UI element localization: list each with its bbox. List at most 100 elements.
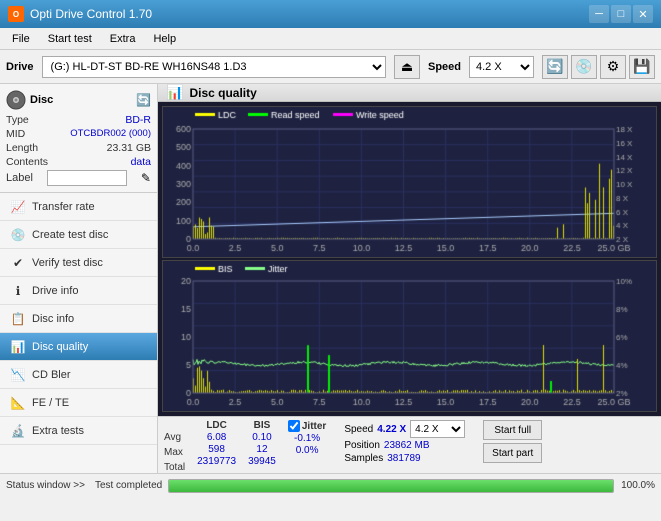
disc-button[interactable]: 💿 [571, 55, 597, 79]
progress-percent: 100.0% [620, 480, 655, 491]
length-label: Length [6, 142, 38, 154]
bottom-bar: Status window >> Test completed 100.0% [0, 473, 661, 497]
label-input[interactable] [47, 170, 127, 186]
progress-bar-container [168, 479, 614, 493]
verify-test-disc-label: Verify test disc [32, 257, 103, 269]
drive-label: Drive [6, 61, 34, 73]
window-controls: ─ □ ✕ [589, 5, 653, 23]
menu-file[interactable]: File [4, 31, 38, 47]
content-area: 📊 Disc quality Avg Max Total LDC [158, 84, 661, 473]
ldc-total: 2319773 [197, 456, 236, 467]
settings-button[interactable]: ⚙ [600, 55, 626, 79]
content-header: 📊 Disc quality [158, 84, 661, 102]
bis-stats-col: BIS 0.10 12 39945 [248, 420, 276, 467]
ldc-stats-col: LDC 6.08 598 2319773 [197, 420, 236, 467]
disc-quality-icon: 📊 [10, 339, 26, 355]
create-test-disc-label: Create test disc [32, 229, 108, 241]
content-header-title: Disc quality [189, 86, 256, 100]
start-part-button[interactable]: Start part [483, 443, 542, 463]
sidebar-item-fe-te[interactable]: 📐 FE / TE [0, 389, 157, 417]
sidebar-item-transfer-rate[interactable]: 📈 Transfer rate [0, 193, 157, 221]
speed-label: Speed [428, 61, 461, 73]
bottom-chart-panel [162, 260, 657, 412]
label-edit-btn[interactable]: ✎ [141, 171, 151, 185]
sidebar-item-disc-quality[interactable]: 📊 Disc quality [0, 333, 157, 361]
sidebar-item-verify-test-disc[interactable]: ✔ Verify test disc [0, 249, 157, 277]
close-button[interactable]: ✕ [633, 5, 653, 23]
jitter-stats-col: Jitter -0.1% 0.0% [288, 420, 326, 457]
bis-max: 12 [248, 444, 276, 455]
fe-te-icon: 📐 [10, 395, 26, 411]
save-button[interactable]: 💾 [629, 55, 655, 79]
sidebar: Disc 🔄 Type BD-R MID OTCBDR002 (000) Len… [0, 84, 158, 473]
jitter-header: Jitter [302, 421, 326, 432]
maximize-button[interactable]: □ [611, 5, 631, 23]
avg-row-label: Avg [164, 432, 185, 446]
top-chart-panel [162, 106, 657, 258]
disc-quality-label: Disc quality [32, 341, 88, 353]
jitter-checkbox[interactable] [288, 420, 300, 432]
fe-te-label: FE / TE [32, 397, 69, 409]
app-icon: O [8, 6, 24, 22]
status-window-button[interactable]: Status window >> [6, 480, 91, 491]
menu-help[interactable]: Help [145, 31, 184, 47]
mid-value: OTCBDR002 (000) [70, 128, 151, 140]
disc-refresh-btn[interactable]: 🔄 [136, 93, 151, 107]
samples-label: Samples [344, 453, 383, 464]
create-test-disc-icon: 💿 [10, 227, 26, 243]
stats-bar: Avg Max Total LDC 6.08 598 2319773 BIS 0… [158, 416, 661, 473]
content-header-icon: 📊 [166, 84, 183, 101]
jitter-max: 0.0% [288, 445, 326, 456]
length-value: 23.31 GB [107, 142, 151, 154]
drive-info-label: Drive info [32, 285, 78, 297]
top-chart-canvas [163, 107, 656, 257]
ldc-avg: 6.08 [197, 432, 236, 443]
sidebar-item-disc-info[interactable]: 📋 Disc info [0, 305, 157, 333]
jitter-avg: -0.1% [288, 433, 326, 444]
sidebar-item-create-test-disc[interactable]: 💿 Create test disc [0, 221, 157, 249]
sidebar-item-cd-bler[interactable]: 📉 CD Bler [0, 361, 157, 389]
verify-test-disc-icon: ✔ [10, 255, 26, 271]
refresh-button[interactable]: 🔄 [542, 55, 568, 79]
disc-icon [6, 90, 26, 110]
menu-bar: File Start test Extra Help [0, 28, 661, 50]
minimize-button[interactable]: ─ [589, 5, 609, 23]
drive-select[interactable]: (G:) HL-DT-ST BD-RE WH16NS48 1.D3 [42, 56, 386, 78]
menu-start-test[interactable]: Start test [40, 31, 100, 47]
eject-button[interactable]: ⏏ [394, 55, 420, 79]
ldc-max: 598 [197, 444, 236, 455]
speed-select[interactable]: 4.2 X [469, 56, 534, 78]
samples-value: 381789 [387, 453, 420, 464]
test-completed-label: Test completed [91, 480, 162, 491]
bis-header: BIS [248, 420, 276, 431]
charts-container [158, 102, 661, 416]
max-row-label: Max [164, 447, 185, 461]
drive-bar: Drive (G:) HL-DT-ST BD-RE WH16NS48 1.D3 … [0, 50, 661, 84]
extra-tests-label: Extra tests [32, 425, 84, 437]
total-row-label: Total [164, 462, 185, 473]
mid-label: MID [6, 128, 25, 140]
label-label: Label [6, 172, 33, 184]
disc-info-icon: 📋 [10, 311, 26, 327]
bis-avg: 0.10 [248, 432, 276, 443]
drive-icons: 🔄 💿 ⚙ 💾 [542, 55, 655, 79]
transfer-rate-label: Transfer rate [32, 201, 95, 213]
position-value: 23862 MB [384, 440, 430, 451]
speed-stat-label: Speed [344, 424, 373, 435]
cd-bler-icon: 📉 [10, 367, 26, 383]
contents-value: data [131, 156, 151, 168]
start-full-button[interactable]: Start full [483, 420, 542, 440]
menu-extra[interactable]: Extra [102, 31, 144, 47]
app-title: Opti Drive Control 1.70 [30, 7, 152, 21]
bis-total: 39945 [248, 456, 276, 467]
ldc-header: LDC [197, 420, 236, 431]
speed-stat-select[interactable]: 4.2 X [410, 420, 465, 438]
title-bar: O Opti Drive Control 1.70 ─ □ ✕ [0, 0, 661, 28]
extra-tests-icon: 🔬 [10, 423, 26, 439]
disc-section-label: Disc [30, 94, 53, 106]
type-value: BD-R [125, 114, 151, 126]
speed-stat-value: 4.22 X [377, 424, 406, 435]
transfer-rate-icon: 📈 [10, 199, 26, 215]
sidebar-item-drive-info[interactable]: ℹ Drive info [0, 277, 157, 305]
sidebar-item-extra-tests[interactable]: 🔬 Extra tests [0, 417, 157, 445]
